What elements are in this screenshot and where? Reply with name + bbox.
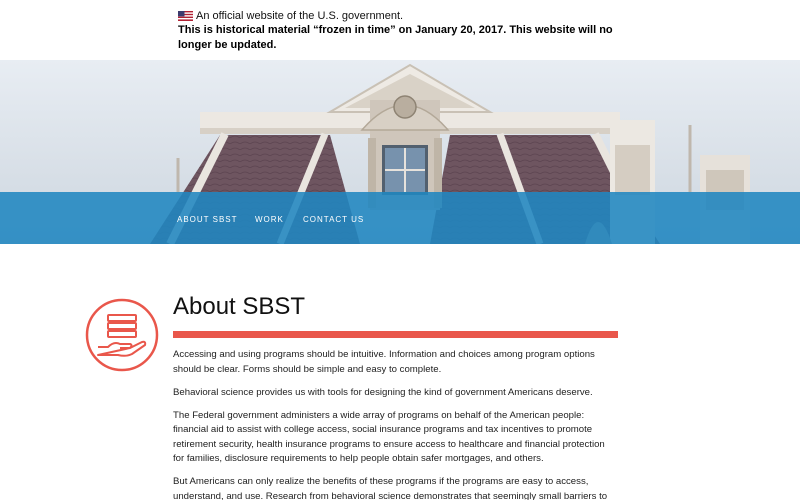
about-body: Accessing and using programs should be i… (173, 348, 618, 500)
paragraph: Accessing and using programs should be i… (173, 349, 595, 375)
nav-contact-us[interactable]: CONTACT US (303, 215, 364, 224)
page-title: About SBST (173, 293, 306, 320)
gov-banner: An official website of the U.S. governme… (0, 0, 800, 60)
paragraph: Behavioral science provides us with tool… (173, 386, 593, 398)
official-site-text: An official website of the U.S. governme… (196, 10, 404, 22)
hero-banner: ABOUT SBST WORK CONTACT US (0, 60, 800, 244)
title-divider (173, 331, 618, 338)
hand-holding-stack-icon (85, 298, 159, 372)
main-nav: ABOUT SBST WORK CONTACT US (0, 192, 800, 244)
nav-work[interactable]: WORK (255, 215, 284, 224)
paragraph: The Federal government administers a wid… (173, 409, 605, 465)
frozen-notice: This is historical material “frozen in t… (178, 24, 613, 51)
official-site-notice: An official website of the U.S. governme… (178, 10, 403, 22)
us-flag-icon (178, 11, 193, 21)
paragraph: But Americans can only realize the benef… (173, 476, 608, 500)
nav-about-sbst[interactable]: ABOUT SBST (177, 215, 238, 224)
